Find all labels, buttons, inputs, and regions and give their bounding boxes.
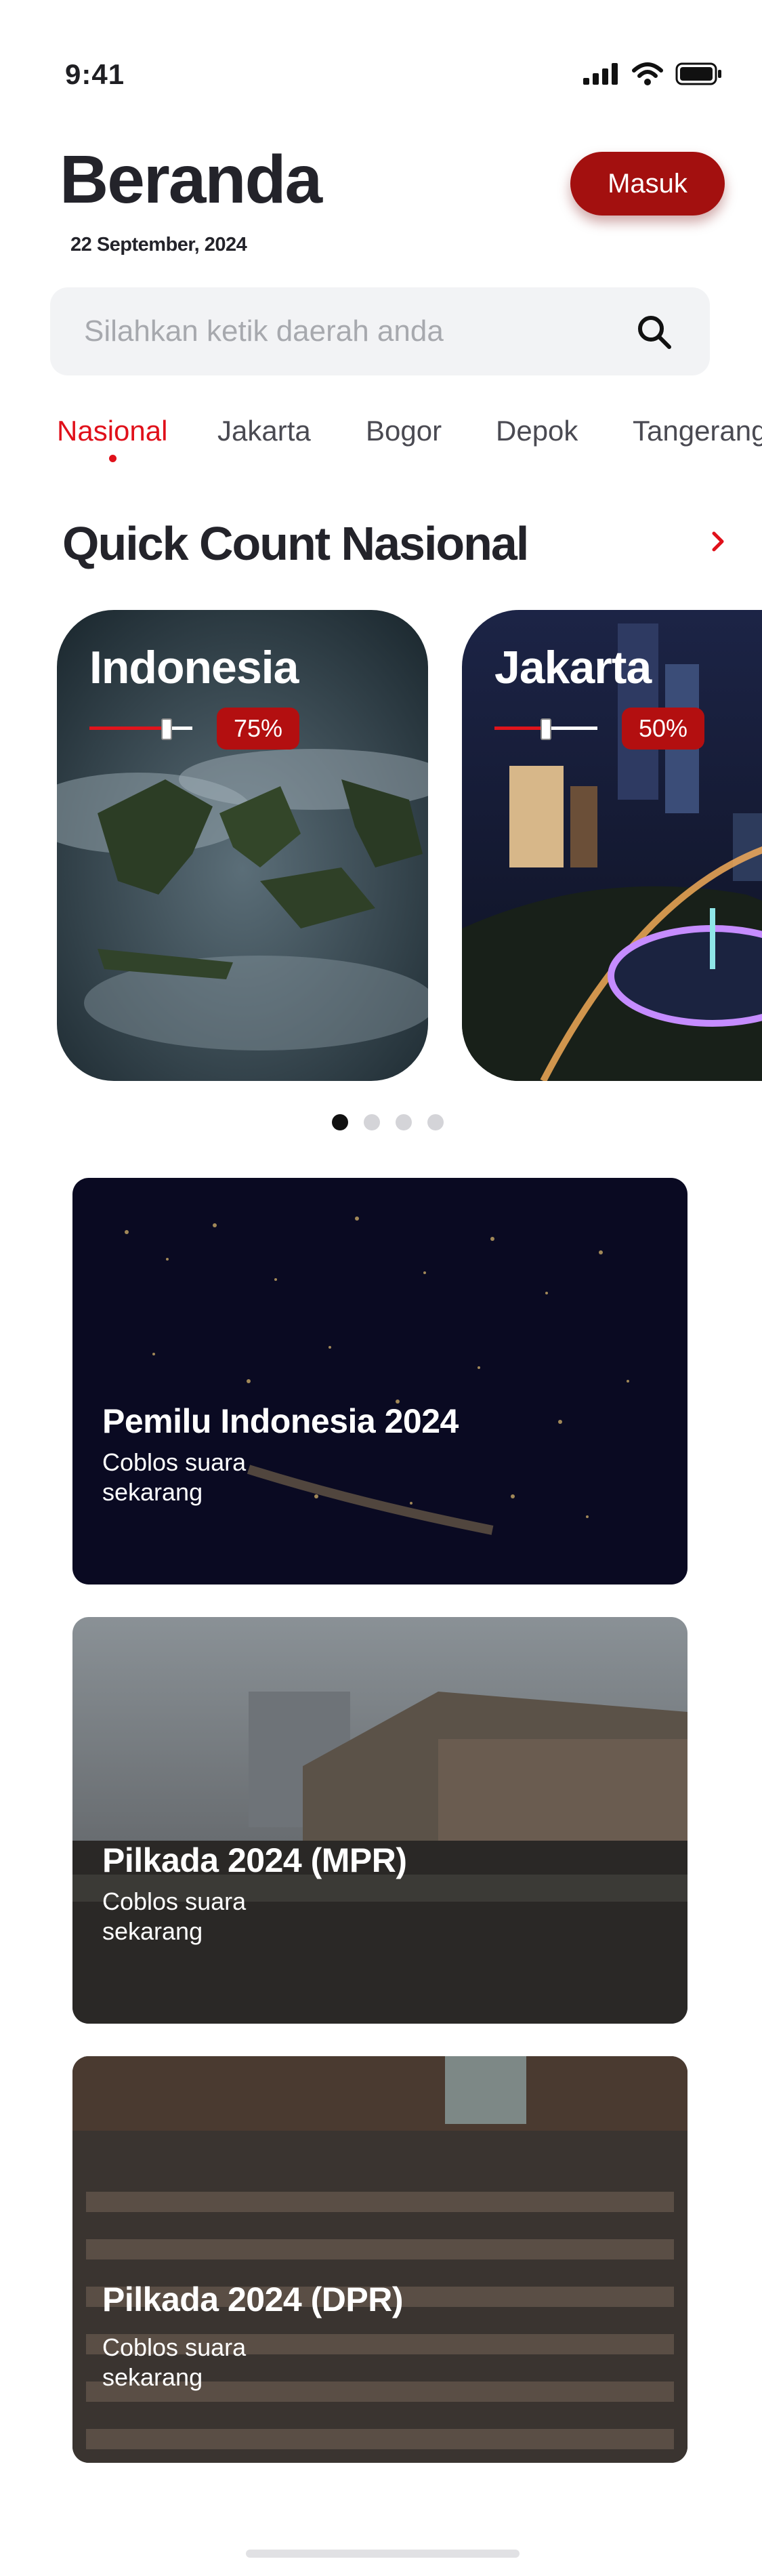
pagination-dot[interactable] (396, 1114, 412, 1130)
banner-title: Pilkada 2024 (MPR) (102, 1841, 407, 1879)
slider-knob (541, 718, 551, 740)
banner-subtitle: Coblos suara sekarang (102, 2333, 247, 2391)
assembly-hall-image (72, 2056, 687, 2463)
search-bar (50, 287, 710, 375)
status-icons (583, 62, 723, 85)
active-tab-indicator (109, 455, 117, 462)
page-date: 22 September, 2024 (70, 234, 247, 255)
search-icon[interactable] (637, 314, 672, 350)
tab-depok[interactable]: Depok (496, 415, 578, 447)
carousel-pagination (332, 1114, 444, 1130)
banner-subtitle: Coblos suara sekarang (102, 1887, 247, 1945)
quick-count-card-indonesia[interactable]: Indonesia 75% (57, 610, 428, 1081)
slider-fill (494, 727, 546, 730)
tab-jakarta[interactable]: Jakarta (217, 415, 311, 447)
section-title: Quick Count Nasional (62, 517, 529, 570)
battery-icon (675, 62, 721, 85)
quick-count-carousel[interactable]: Indonesia 75% Jakarta 50% (57, 610, 762, 1084)
pagination-dot[interactable] (332, 1114, 348, 1130)
night-map-image (72, 1178, 687, 1585)
card-region-name: Indonesia (89, 642, 299, 693)
percent-badge: 50% (622, 708, 704, 750)
page-title: Beranda (60, 142, 322, 218)
region-tabs: Nasional Jakarta Bogor Depok Tangerang (57, 415, 762, 469)
tab-bogor[interactable]: Bogor (366, 415, 442, 447)
pagination-dot[interactable] (364, 1114, 380, 1130)
search-input[interactable] (83, 314, 614, 349)
tab-tangerang[interactable]: Tangerang (633, 415, 762, 447)
progress-slider (89, 718, 192, 740)
election-banner-mpr[interactable]: Pilkada 2024 (MPR) Coblos suara sekarang (72, 1617, 687, 2024)
progress-slider (494, 718, 597, 740)
card-region-name: Jakarta (494, 642, 652, 693)
quick-count-card-jakarta[interactable]: Jakarta 50% (462, 610, 762, 1081)
wifi-icon (632, 62, 663, 85)
election-banner-dpr[interactable]: Pilkada 2024 (DPR) Coblos suara sekarang (72, 2056, 687, 2463)
login-button[interactable]: Masuk (570, 152, 725, 216)
banner-title: Pemilu Indonesia 2024 (102, 1402, 459, 1440)
banner-title: Pilkada 2024 (DPR) (102, 2281, 403, 2318)
percent-badge: 75% (217, 708, 299, 750)
election-banner-pemilu[interactable]: Pemilu Indonesia 2024 Coblos suara sekar… (72, 1178, 687, 1585)
parliament-building-image (72, 1617, 687, 2024)
home-indicator (246, 2550, 520, 2558)
chevron-right-icon[interactable] (708, 530, 727, 553)
tab-nasional[interactable]: Nasional (57, 415, 167, 447)
pagination-dot[interactable] (427, 1114, 444, 1130)
banner-subtitle: Coblos suara sekarang (102, 1448, 247, 1506)
slider-knob (161, 718, 172, 740)
status-time: 9:41 (65, 58, 125, 90)
slider-fill (89, 727, 167, 730)
cellular-signal-icon (583, 63, 618, 85)
